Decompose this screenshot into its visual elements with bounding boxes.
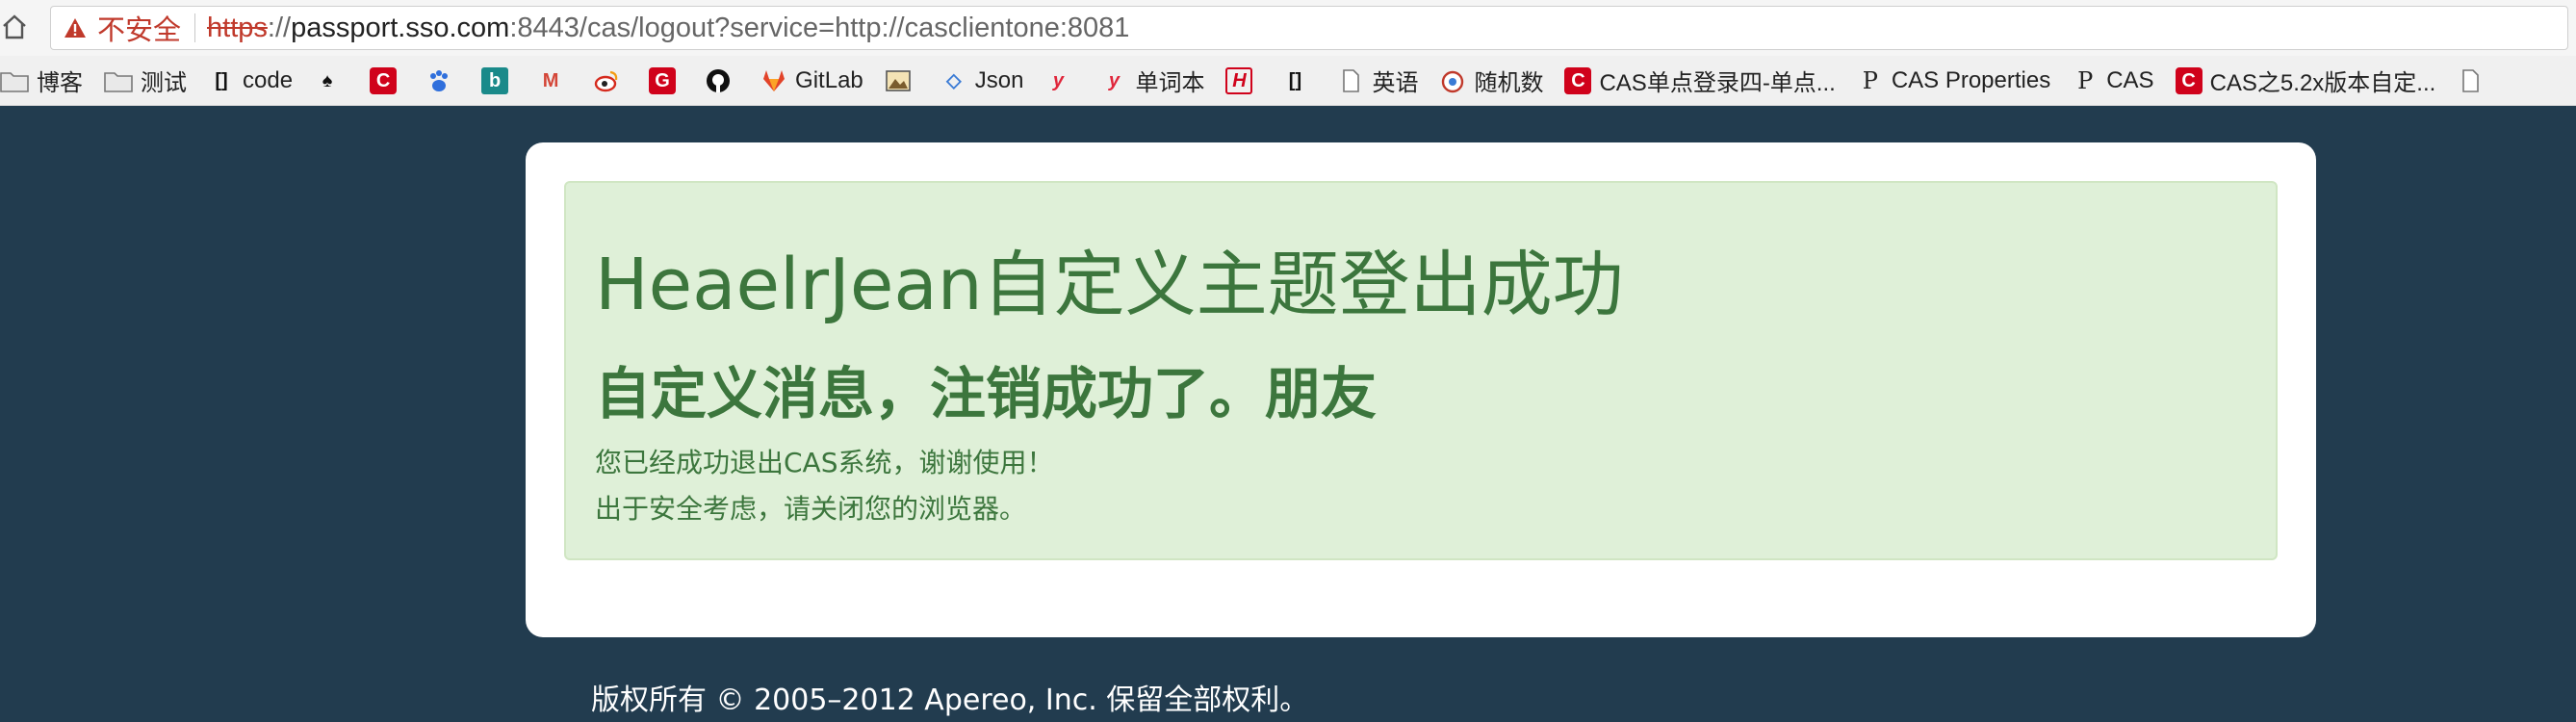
bookmark-label: 英语 xyxy=(1372,70,1419,96)
bookmark-label: GitLab xyxy=(795,66,863,93)
home-icon xyxy=(3,14,26,39)
baidu-paw-icon xyxy=(430,69,449,91)
link-icon: [​] xyxy=(1288,69,1302,91)
page-icon xyxy=(2462,68,2480,92)
url-field[interactable]: 不安全 https://passport.sso.com:8443/cas/lo… xyxy=(50,6,2568,50)
security-advice: 出于安全考虑，请关闭您的浏览器。 xyxy=(595,493,1027,525)
bookmark-label: 单词本 xyxy=(1135,70,1205,96)
folder-icon xyxy=(0,71,29,92)
p-icon: P xyxy=(2077,66,2094,94)
random-icon xyxy=(1442,70,1464,92)
alert-subtitle: 自定义消息，注销成功了。朋友 xyxy=(595,361,1378,426)
url-scheme: https xyxy=(207,12,268,43)
bookmark-label: code xyxy=(243,66,294,93)
image-icon xyxy=(885,69,911,91)
page-icon xyxy=(1343,68,1360,92)
bookmark-label: 测试 xyxy=(141,70,187,96)
bookmark-cas-sso[interactable]: C CAS单点登录四-单点... xyxy=(1564,56,1836,105)
bookmark-image[interactable] xyxy=(885,56,919,105)
bookmarks-bar: 博客 测试 [​] code ♠ C b M G xyxy=(0,56,2576,106)
bookmark-github[interactable] xyxy=(705,56,739,105)
weibo-icon xyxy=(594,70,618,91)
bookmark-gmail[interactable]: M xyxy=(537,56,572,105)
bookmark-code[interactable]: [​] code xyxy=(208,56,293,105)
bookmark-g[interactable]: G xyxy=(649,56,683,105)
bookmark-csdn[interactable]: C xyxy=(370,56,404,105)
g-icon: G xyxy=(649,66,677,94)
csdn-icon: C xyxy=(2175,66,2202,94)
bookmark-cas-properties[interactable]: P CAS Properties xyxy=(1857,56,2050,105)
logout-success-alert: HeaelrJean自定义主题登出成功 自定义消息，注销成功了。朋友 您已经成功… xyxy=(564,181,2278,560)
youdao-icon: y xyxy=(1108,69,1121,91)
youdao-icon: y xyxy=(1052,69,1065,91)
bookmark-baidu[interactable] xyxy=(425,56,460,105)
bookmark-gitlab[interactable]: GitLab xyxy=(760,56,863,105)
bookmark-label: CAS xyxy=(2106,66,2154,93)
csdn-icon: C xyxy=(370,66,398,94)
bookmark-cas-custom[interactable]: C CAS之5.2x版本自定... xyxy=(2175,56,2436,105)
url-scheme-separator: :// xyxy=(267,12,292,43)
bookmark-label: Json xyxy=(974,66,1024,93)
gitlab-icon xyxy=(763,69,786,91)
logout-card: HeaelrJean自定义主题登出成功 自定义消息，注销成功了。朋友 您已经成功… xyxy=(526,142,2316,637)
spade-icon: ♠ xyxy=(322,69,333,91)
bookmark-bing[interactable]: b xyxy=(481,56,516,105)
security-indicator[interactable]: 不安全 xyxy=(63,8,181,48)
folder-icon xyxy=(104,71,133,92)
link-icon: [​] xyxy=(215,69,228,91)
url-host: passport.sso.com xyxy=(291,12,510,43)
bookmark-cas[interactable]: P CAS xyxy=(2072,56,2153,105)
bookmark-link[interactable]: [​] xyxy=(1281,56,1316,105)
bookmark-wordbook[interactable]: y 单词本 xyxy=(1100,56,1205,105)
alert-title: HeaelrJean自定义主题登出成功 xyxy=(595,244,1624,326)
bookmark-random[interactable]: 随机数 xyxy=(1439,56,1543,105)
warning-icon xyxy=(64,18,86,38)
bookmark-folder-blog[interactable]: 博客 xyxy=(0,56,83,105)
bookmark-label: 博客 xyxy=(37,70,83,96)
github-icon xyxy=(707,68,731,92)
bookmark-label: CAS Properties xyxy=(1891,66,2051,93)
bookmark-youdao[interactable]: y xyxy=(1044,56,1079,105)
security-label: 不安全 xyxy=(97,15,182,46)
bookmark-label: 随机数 xyxy=(1474,70,1544,96)
home-button[interactable] xyxy=(0,8,29,46)
h-icon: H xyxy=(1225,66,1253,94)
bookmark-h[interactable]: H xyxy=(1225,56,1260,105)
browser-address-bar: 不安全 https://passport.sso.com:8443/cas/lo… xyxy=(0,0,2576,56)
bookmark-page[interactable] xyxy=(2457,56,2491,105)
logout-message: 您已经成功退出CAS系统，谢谢使用！ xyxy=(595,447,1054,478)
bookmark-folder-test[interactable]: 测试 xyxy=(104,56,187,105)
bookmark-english[interactable]: 英语 xyxy=(1337,56,1418,105)
csdn-icon: C xyxy=(1564,66,1592,94)
bookmark-label: CAS单点登录四-单点... xyxy=(1599,70,1836,96)
url-path: :8443/cas/logout?service=http://casclien… xyxy=(509,12,1130,43)
bookmark-spade[interactable]: ♠ xyxy=(314,56,348,105)
bookmark-weibo[interactable] xyxy=(593,56,628,105)
p-icon: P xyxy=(1862,66,1878,94)
url-separator xyxy=(194,13,196,42)
bookmark-json[interactable]: ◇ Json xyxy=(940,56,1024,105)
bing-icon: b xyxy=(481,66,509,94)
json-icon: ◇ xyxy=(946,69,962,91)
copyright-footer: 版权所有 © 2005–2012 Apereo, Inc. 保留全部权利。 xyxy=(591,683,1309,717)
bookmark-label: CAS之5.2x版本自定... xyxy=(2209,70,2436,96)
gmail-icon: M xyxy=(542,69,559,91)
